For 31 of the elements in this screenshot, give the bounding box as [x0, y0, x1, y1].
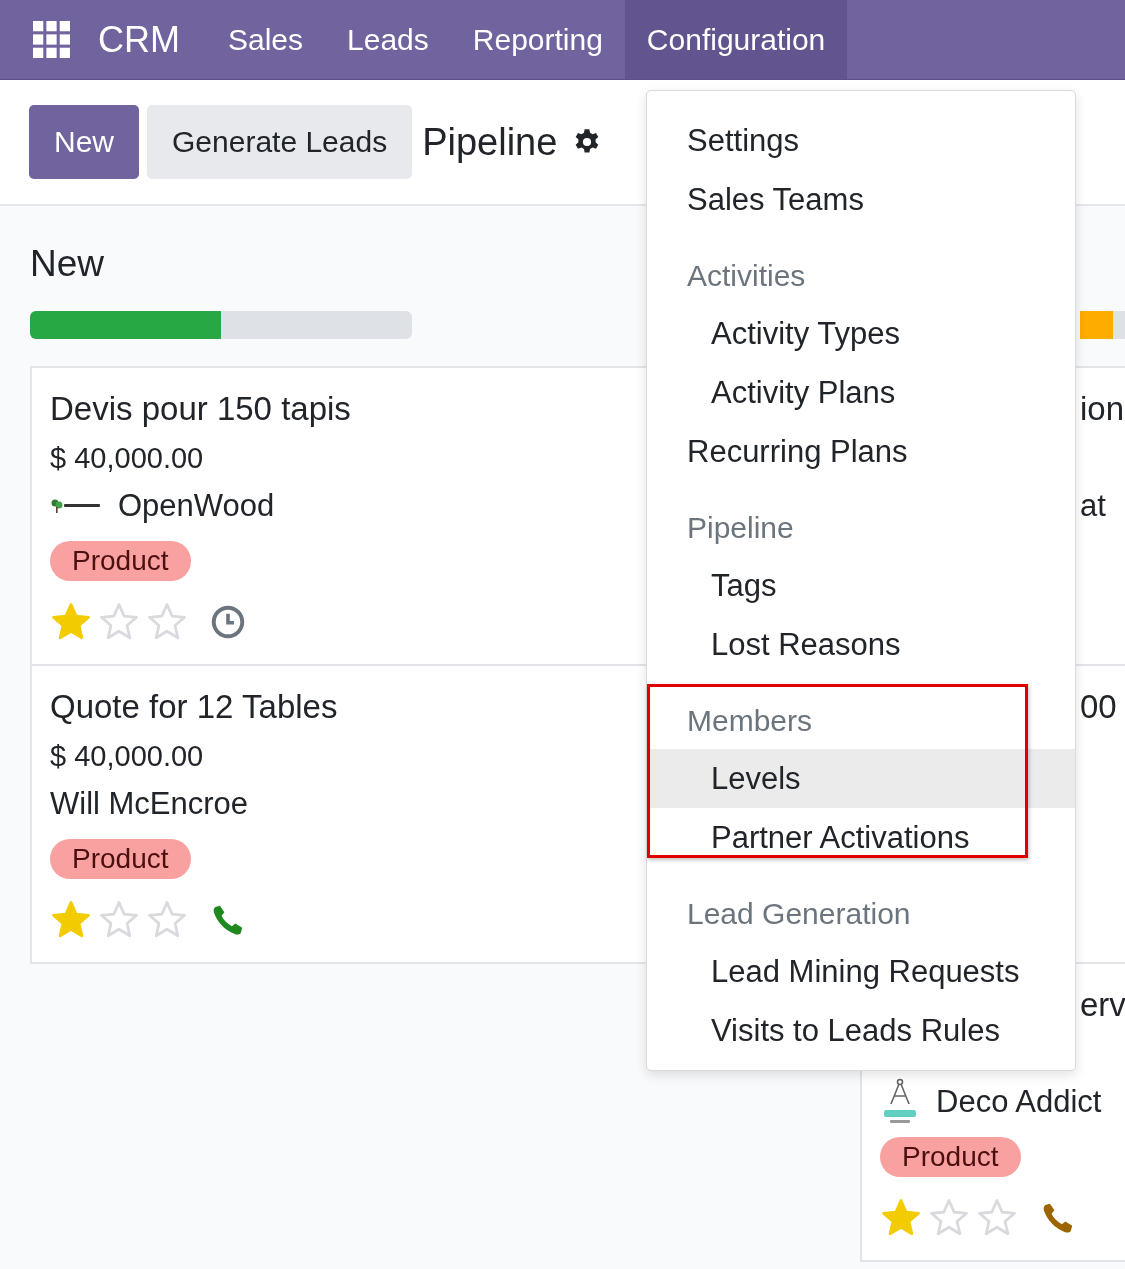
card-title: erv	[1079, 986, 1125, 1024]
dropdown-menu-item[interactable]: Sales Teams	[647, 170, 1075, 229]
tag-badge: Product	[50, 541, 191, 581]
menu-section-header: Pipeline	[686, 510, 795, 546]
partner-name: Will McEncroe	[50, 786, 249, 822]
dropdown-menu-item[interactable]: Activity Types	[647, 304, 1075, 363]
nav-menu-item[interactable]: Sales	[206, 0, 326, 79]
card-title: 00	[1079, 688, 1117, 726]
card-amount: $ 40,000.00	[50, 441, 204, 475]
nav-menu-item[interactable]: Leads	[325, 0, 451, 79]
partner-name: Deco Addict	[936, 1084, 1102, 1120]
dropdown-menu-item[interactable]: Settings	[647, 111, 1075, 170]
nav-menu-item[interactable]: Configuration	[624, 0, 848, 79]
tag-badge: Product	[50, 839, 191, 879]
menu-section-header: Activities	[686, 258, 807, 294]
nav-menu-item[interactable]: Reporting	[450, 0, 625, 79]
partner-name: OpenWood	[118, 488, 275, 524]
view-title: Pipeline	[422, 120, 558, 164]
company-logo-icon	[50, 498, 102, 514]
card-title: Devis pour 150 tapis	[50, 390, 351, 428]
card-amount: $ 40,000.00	[50, 739, 204, 773]
apps-menu-icon[interactable]	[33, 21, 70, 58]
generate-leads-button[interactable]: Generate Leads	[147, 105, 413, 179]
column-title: New	[30, 243, 105, 285]
partner-name: at	[1079, 488, 1106, 524]
tag-badge: Product	[880, 1137, 1021, 1177]
clock-icon[interactable]	[210, 604, 246, 640]
app-name[interactable]: CRM	[98, 0, 180, 79]
new-button[interactable]: New	[29, 105, 139, 179]
menu-section-header: Members	[686, 703, 814, 739]
card-title: Quote for 12 Tables	[50, 688, 338, 726]
